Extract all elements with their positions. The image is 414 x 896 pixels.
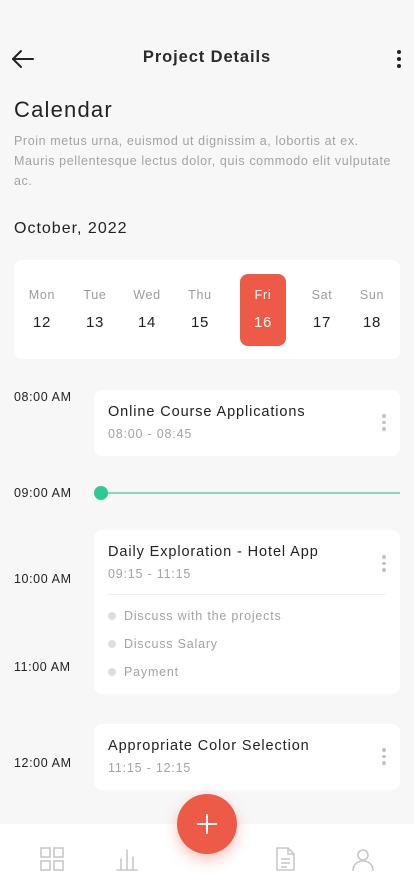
event-title: Online Course Applications xyxy=(108,404,306,420)
calendar-title: Calendar xyxy=(14,97,113,122)
nav-home-button[interactable] xyxy=(39,846,65,872)
event-card[interactable]: Daily Exploration - Hotel App 09:15 - 11… xyxy=(94,530,400,694)
task-label: Discuss with the projects xyxy=(124,609,282,623)
divider xyxy=(108,594,386,595)
task-label: Discuss Salary xyxy=(124,637,218,651)
day-number: 15 xyxy=(191,314,209,331)
week-strip: Mon 12 Tue 13 Wed 14 Thu 15 Fri 16 Sat 1… xyxy=(14,260,400,359)
day-name: Wed xyxy=(133,288,161,302)
more-vertical-icon xyxy=(382,748,386,752)
app-header: Project Details xyxy=(0,38,414,78)
event-time-range: 11:15 - 12:15 xyxy=(108,761,192,775)
bullet-icon xyxy=(108,612,116,620)
time-label: 11:00 AM xyxy=(14,660,71,674)
day-wed[interactable]: Wed 14 xyxy=(124,274,170,346)
day-name: Sat xyxy=(311,288,333,302)
current-time-line xyxy=(104,492,400,494)
day-number: 12 xyxy=(33,314,51,331)
day-sun[interactable]: Sun 18 xyxy=(349,274,395,346)
more-vertical-icon xyxy=(397,50,401,54)
more-vertical-icon xyxy=(382,555,386,559)
task-label: Payment xyxy=(124,665,179,679)
event-time-range: 09:15 - 11:15 xyxy=(108,567,192,581)
day-fri-selected[interactable]: Fri 16 xyxy=(240,274,286,346)
day-mon[interactable]: Mon 12 xyxy=(19,274,65,346)
document-icon xyxy=(276,847,295,871)
more-vertical-icon xyxy=(382,414,386,418)
day-name: Sun xyxy=(359,288,385,302)
grid-icon xyxy=(40,847,64,871)
month-label: October, 2022 xyxy=(14,220,128,237)
day-number: 16 xyxy=(254,314,272,331)
event-card[interactable]: Appropriate Color Selection 11:15 - 12:1… xyxy=(94,724,400,790)
plus-icon xyxy=(197,814,217,834)
user-icon xyxy=(352,849,374,872)
event-more-button[interactable] xyxy=(380,414,388,434)
event-more-button[interactable] xyxy=(380,748,388,768)
day-number: 13 xyxy=(86,314,104,331)
day-tue[interactable]: Tue 13 xyxy=(72,274,118,346)
event-more-button[interactable] xyxy=(380,555,388,575)
day-name: Thu xyxy=(188,288,212,302)
task-item[interactable]: Discuss Salary xyxy=(108,637,218,651)
bullet-icon xyxy=(108,640,116,648)
day-name: Mon xyxy=(28,288,56,302)
event-card[interactable]: Online Course Applications 08:00 - 08:45 xyxy=(94,390,400,456)
event-title: Daily Exploration - Hotel App xyxy=(108,544,319,560)
nav-stats-button[interactable] xyxy=(114,846,140,872)
bullet-icon xyxy=(108,668,116,676)
day-number: 18 xyxy=(363,314,381,331)
more-options-button[interactable] xyxy=(392,46,406,72)
day-number: 17 xyxy=(313,314,331,331)
day-thu[interactable]: Thu 15 xyxy=(177,274,223,346)
bar-chart-icon xyxy=(116,849,138,871)
add-button[interactable] xyxy=(177,794,237,854)
task-item[interactable]: Discuss with the projects xyxy=(108,609,282,623)
time-label: 10:00 AM xyxy=(14,572,72,586)
current-time-dot xyxy=(94,486,108,500)
time-label: 08:00 AM xyxy=(14,390,72,404)
event-title: Appropriate Color Selection xyxy=(108,738,310,754)
day-number: 14 xyxy=(138,314,156,331)
event-time-range: 08:00 - 08:45 xyxy=(108,427,193,441)
calendar-description: Proin metus urna, euismod ut dignissim a… xyxy=(14,134,392,188)
day-name: Fri xyxy=(254,288,272,302)
nav-profile-button[interactable] xyxy=(350,846,376,872)
task-item[interactable]: Payment xyxy=(108,665,179,679)
page-title: Project Details xyxy=(142,48,272,66)
nav-documents-button[interactable] xyxy=(272,846,298,872)
day-name: Tue xyxy=(83,288,107,302)
time-label: 12:00 AM xyxy=(14,756,72,770)
day-sat[interactable]: Sat 17 xyxy=(299,274,345,346)
time-label: 09:00 AM xyxy=(14,486,72,500)
